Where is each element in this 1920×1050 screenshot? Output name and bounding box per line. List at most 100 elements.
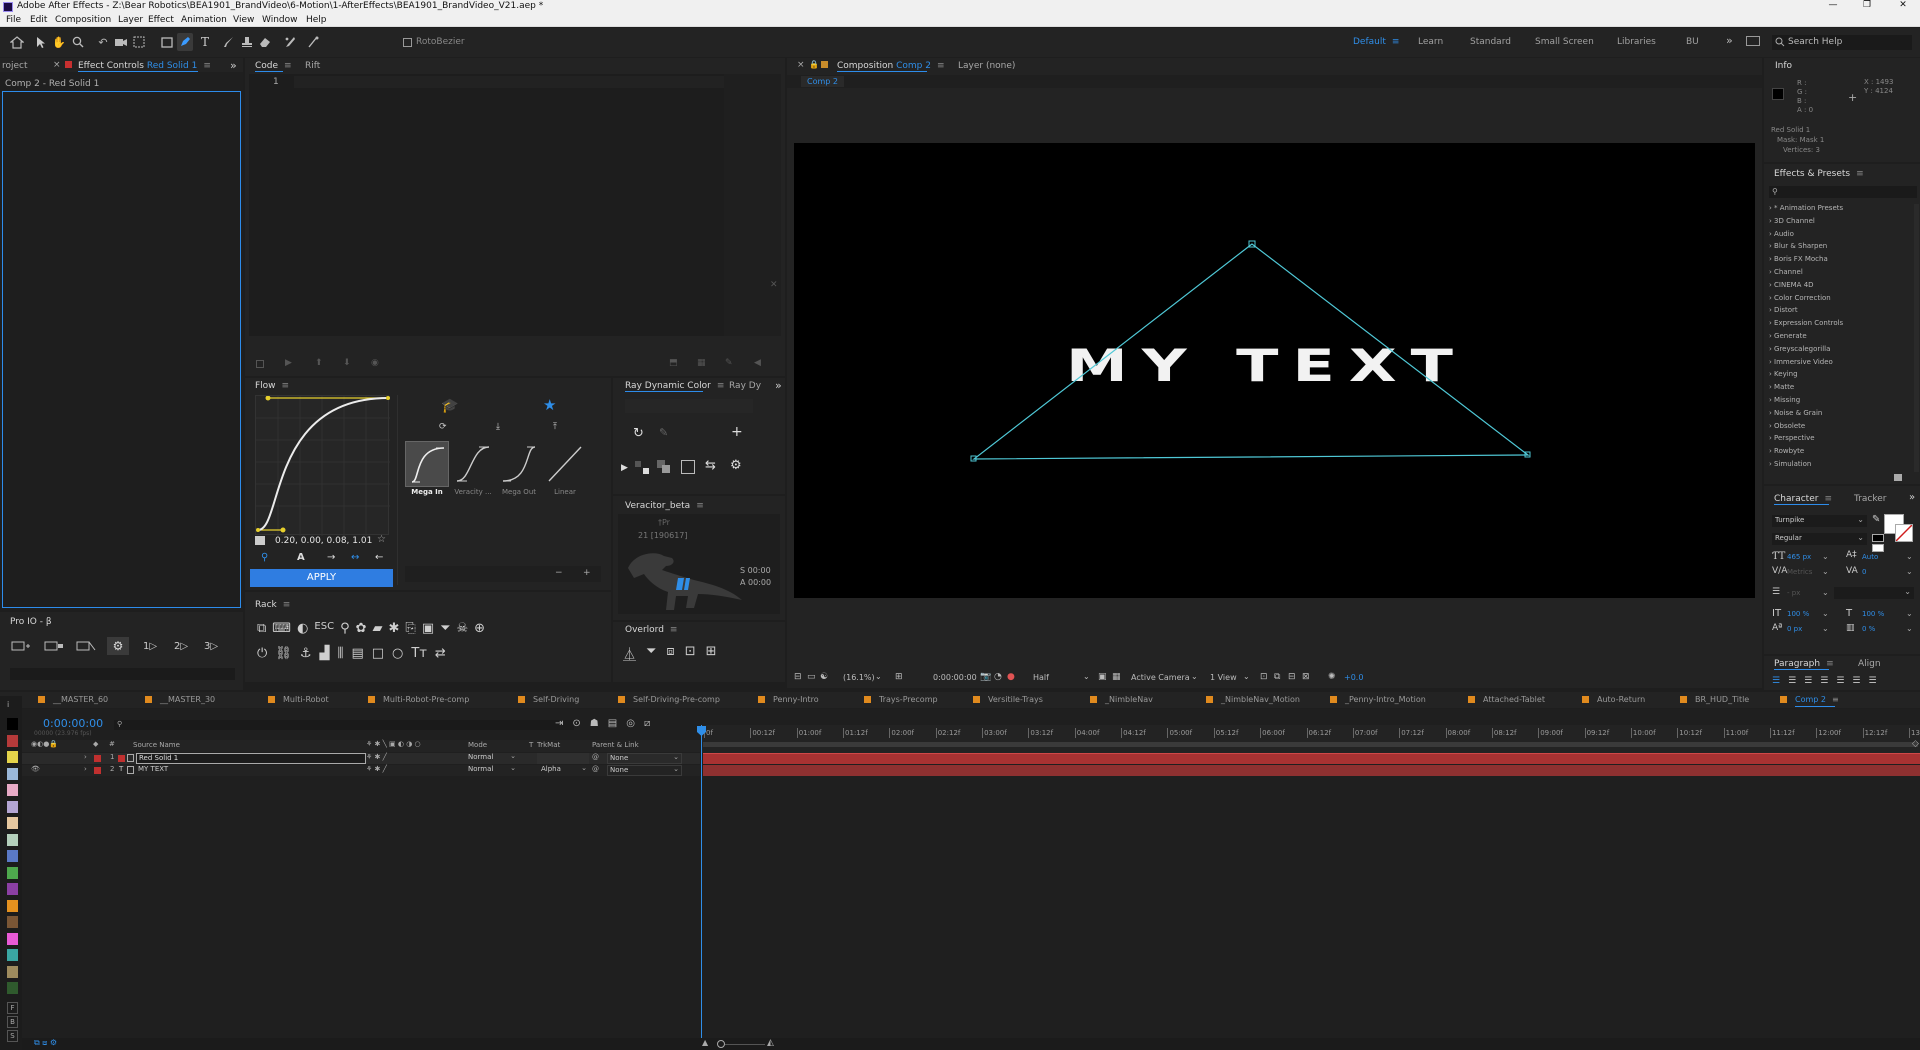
camera-select[interactable]: Active Camera xyxy=(1131,673,1190,682)
code-volume-icon[interactable]: ◀ xyxy=(754,358,761,368)
ray-swap-icon[interactable]: ⇆ xyxy=(705,458,716,473)
flow-preset-veracity[interactable] xyxy=(451,441,495,487)
side-letter-button[interactable]: B xyxy=(7,1016,18,1028)
vertical-scale-dropdown-icon[interactable]: ⌄ xyxy=(1822,609,1829,618)
tab-comp[interactable]: __MASTER_30 xyxy=(145,695,215,704)
flow-both-icon[interactable]: ↔ xyxy=(351,552,359,563)
flow-graph-icon[interactable] xyxy=(255,536,265,545)
flow-upload-icon[interactable]: ⤒ xyxy=(553,422,557,432)
code-box-icon[interactable]: ▦ xyxy=(697,358,706,368)
stroke-width-value[interactable]: - px xyxy=(1787,589,1800,597)
character-more-icon[interactable]: » xyxy=(1909,492,1915,503)
layer-switch-shy-icon[interactable]: ⚘ ✱ ╱ xyxy=(366,753,387,761)
layer-bar-my-text[interactable] xyxy=(703,765,1920,776)
ray-swatch-pair-icon[interactable] xyxy=(657,460,673,474)
leading-dropdown-icon[interactable]: ⌄ xyxy=(1906,552,1913,561)
ray-swatch-group-icon[interactable] xyxy=(633,461,651,475)
always-preview-icon[interactable]: ⊟ xyxy=(794,672,802,682)
shy-icon[interactable]: ☗ xyxy=(590,718,599,730)
layer-trkmat-select[interactable] xyxy=(537,753,589,764)
effects-category-item[interactable]: › Color Correction xyxy=(1769,294,1831,302)
overlord-push-icon[interactable]: ⏅ xyxy=(623,644,636,663)
proio-preset-2-icon[interactable]: 2▷ xyxy=(170,639,192,653)
layer-mode-select[interactable]: Normal ⌄ xyxy=(468,764,516,776)
tab-comp[interactable]: Multi-Robot-Pre-comp xyxy=(368,695,469,704)
rack-pin-icon[interactable]: ⚲ xyxy=(340,621,350,637)
pen-tool-icon[interactable] xyxy=(178,34,192,50)
label-color-swatch[interactable] xyxy=(7,718,18,730)
flow-add-preset-icon[interactable]: + xyxy=(583,568,591,578)
menu-edit[interactable]: Edit xyxy=(30,15,47,25)
rack-spread-icon[interactable]: ⫼ xyxy=(337,646,343,662)
tab-effect-controls[interactable]: Effect Controls Red Solid 1 ≡ xyxy=(78,61,211,71)
comp-lock-icon[interactable]: 🔒 xyxy=(809,60,819,69)
kerning-dropdown-icon[interactable]: ⌄ xyxy=(1822,567,1829,576)
rack-bars-icon[interactable]: ▟ xyxy=(319,646,329,662)
label-color-swatch[interactable] xyxy=(7,850,18,862)
stroke-color-swatch[interactable] xyxy=(1895,524,1913,542)
effects-category-item[interactable]: › Boris FX Mocha xyxy=(1769,255,1828,263)
menu-animation[interactable]: Animation xyxy=(181,15,227,25)
flow-ease-in-icon[interactable]: → xyxy=(327,552,335,563)
tab-comp[interactable]: Self-Driving-Pre-comp xyxy=(618,695,720,704)
layer-bar-red-solid[interactable] xyxy=(703,753,1920,764)
eyedropper-icon[interactable]: ✎ xyxy=(1872,514,1880,525)
code-editor[interactable]: 1 xyxy=(249,74,781,336)
code-export-icon[interactable]: ⬒ xyxy=(669,358,678,368)
brush-tool-icon[interactable] xyxy=(222,34,236,50)
effects-category-item[interactable]: › * Animation Presets xyxy=(1769,204,1843,212)
font-size-value[interactable]: 465 px xyxy=(1787,553,1811,561)
maximize-button[interactable]: ❐ xyxy=(1852,0,1882,14)
side-letter-button[interactable]: F xyxy=(7,1002,18,1014)
tab-comp[interactable]: Versitile-Trays xyxy=(973,695,1043,704)
region-of-interest-icon[interactable]: ▣ xyxy=(1098,672,1107,682)
code-down-icon[interactable]: ⬇ xyxy=(343,358,351,368)
rack-circle-icon[interactable]: ○ xyxy=(392,646,403,662)
veracitor-canvas[interactable]: †Pr 21 [190617] S 00:00 A 00:00 xyxy=(618,514,780,614)
toggle-pixel-icon[interactable]: ⊡ xyxy=(1260,672,1268,682)
comp-mini-flowchart-icon[interactable]: ⇥ xyxy=(555,718,563,730)
type-tool-icon[interactable]: T xyxy=(198,34,212,50)
flowchart-icon[interactable]: ⊠ xyxy=(1302,672,1310,682)
timeline-icon[interactable]: ⊟ xyxy=(1288,672,1296,682)
menu-composition[interactable]: Composition xyxy=(55,15,111,25)
proio-preset-1-icon[interactable]: 1▷ xyxy=(139,639,161,653)
tab-comp[interactable]: BR_HUD_Title xyxy=(1680,695,1749,704)
effects-scrollbar[interactable] xyxy=(1914,204,1919,472)
flow-preset-mega-out[interactable] xyxy=(497,441,541,487)
overlord-image-icon[interactable]: ⊡ xyxy=(685,644,696,662)
layer-parent-select[interactable]: None ⌄ xyxy=(607,753,682,764)
leading-value[interactable]: Auto xyxy=(1862,553,1878,561)
pan-behind-tool-icon[interactable] xyxy=(132,34,146,50)
ray-settings-icon[interactable]: ⚙ xyxy=(730,458,742,473)
rack-power-icon[interactable]: ⏻ xyxy=(257,646,267,662)
tab-comp[interactable]: __MASTER_60 xyxy=(38,695,108,704)
zoom-out-icon[interactable]: ▲ xyxy=(702,1038,708,1047)
color-channel-icon[interactable]: ● xyxy=(1007,672,1015,682)
zoom-slider-thumb[interactable] xyxy=(717,1040,725,1048)
t-header[interactable]: T xyxy=(529,741,533,749)
side-letter-button[interactable]: S xyxy=(7,1030,18,1042)
tab-paragraph[interactable]: Paragraph ≡ xyxy=(1774,659,1834,669)
label-color-swatch[interactable] xyxy=(7,982,18,994)
eraser-tool-icon[interactable] xyxy=(258,34,272,50)
layer-expand-icon[interactable]: › xyxy=(84,753,87,761)
effects-category-item[interactable]: › Rowbyte xyxy=(1769,447,1804,455)
source-name-header[interactable]: Source Name xyxy=(133,741,180,749)
workspace-bu[interactable]: BU xyxy=(1686,37,1699,47)
align-left-icon[interactable]: ☰ xyxy=(1772,676,1780,688)
flow-text-icon[interactable]: A xyxy=(297,552,305,563)
proio-render-icon[interactable] xyxy=(43,639,65,653)
ray-add-icon[interactable]: + xyxy=(731,424,743,440)
minimize-button[interactable]: — xyxy=(1818,0,1848,14)
menu-view[interactable]: View xyxy=(233,15,254,25)
label-color-swatch[interactable] xyxy=(7,932,18,945)
safe-margins-icon[interactable]: ⊞ xyxy=(895,672,903,682)
home-icon[interactable] xyxy=(9,34,25,50)
snapshot-icon[interactable]: 📷 xyxy=(980,672,991,682)
justify-last-right-icon[interactable]: ☰ xyxy=(1852,676,1860,688)
selection-tool-icon[interactable] xyxy=(34,34,48,50)
effects-category-item[interactable]: › Simulation xyxy=(1769,460,1811,468)
zoom-dropdown-icon[interactable]: ⌄ xyxy=(875,672,882,681)
effects-search-field[interactable]: ⚲ xyxy=(1769,186,1917,198)
